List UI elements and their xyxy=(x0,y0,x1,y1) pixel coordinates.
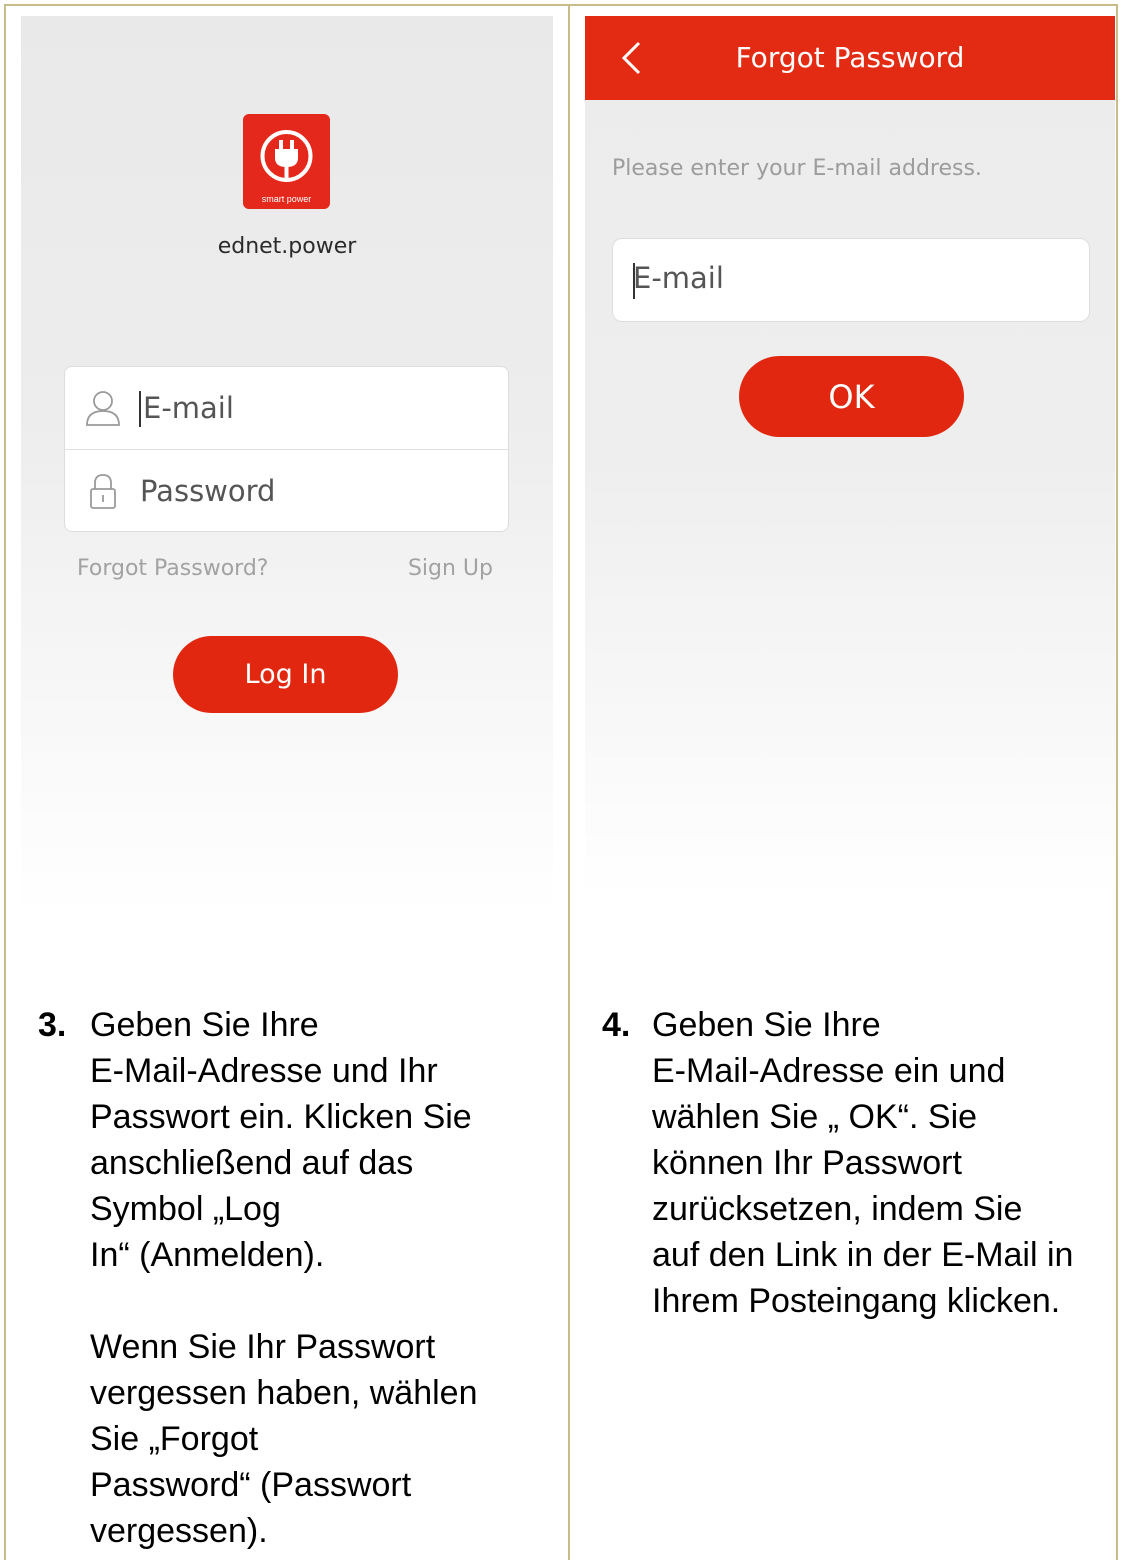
email-placeholder: E-mail xyxy=(633,261,724,295)
text-line: In“ (Anmelden). xyxy=(90,1236,325,1274)
lock-icon xyxy=(90,474,116,509)
text-line: Symbol „Log xyxy=(90,1190,281,1228)
email-placeholder: E-mail xyxy=(143,391,234,425)
text-line: vergessen haben, wählen xyxy=(90,1374,478,1412)
text-line: Geben Sie Ihre xyxy=(652,1006,881,1044)
text-line: Password“ (Passwort xyxy=(90,1466,412,1504)
text-line: E-Mail-Adresse und Ihr xyxy=(90,1052,438,1090)
text-line: auf den Link in der E-Mail in xyxy=(652,1236,1074,1274)
email-field[interactable]: E-mail xyxy=(65,367,508,450)
text-line: E-Mail-Adresse ein und xyxy=(652,1052,1006,1090)
ok-button[interactable]: OK xyxy=(739,356,964,437)
log-in-button[interactable]: Log In xyxy=(173,636,398,713)
text-line: können Ihr Passwort xyxy=(652,1144,962,1182)
text-line: Geben Sie Ihre xyxy=(90,1006,319,1044)
text-line: Ihrem Posteingang klicken. xyxy=(652,1282,1061,1320)
password-placeholder: Password xyxy=(140,474,276,508)
logo-caption: smart power xyxy=(261,194,312,204)
text-line: wählen Sie „ OK“. Sie xyxy=(652,1098,978,1136)
login-form: E-mail Password xyxy=(64,366,509,532)
step-number: 4. xyxy=(602,1006,631,1044)
step-text: Geben Sie Ihre E-Mail-Adresse und Ihr Pa… xyxy=(90,1002,560,1554)
instruction-text: Please enter your E-mail address. xyxy=(612,156,982,181)
text-line: vergessen). xyxy=(90,1512,268,1550)
text-line: anschließend auf das xyxy=(90,1144,414,1182)
text-cursor xyxy=(139,391,141,427)
forgot-password-screen: Forgot Password Please enter your E-mail… xyxy=(585,16,1115,896)
text-line: Sie „Forgot xyxy=(90,1420,259,1458)
forgot-password-link[interactable]: Forgot Password? xyxy=(77,556,268,581)
login-screen: smart power ednet.power E-mail Password … xyxy=(21,16,553,916)
text-line: zurücksetzen, indem Sie xyxy=(652,1190,1023,1228)
text-line: Passwort ein. Klicken Sie xyxy=(90,1098,472,1136)
app-name: ednet.power xyxy=(217,234,357,259)
email-field[interactable]: E-mail xyxy=(612,238,1090,322)
header-bar: Forgot Password xyxy=(585,16,1115,100)
step-text: Geben Sie Ihre E-Mail-Adresse ein und wä… xyxy=(652,1002,1117,1324)
password-field[interactable]: Password xyxy=(65,450,508,532)
header-title: Forgot Password xyxy=(735,41,965,74)
app-logo: smart power xyxy=(243,114,330,209)
sign-up-link[interactable]: Sign Up xyxy=(408,556,493,581)
step-number: 3. xyxy=(38,1006,67,1044)
column-divider xyxy=(568,4,570,1560)
text-line: Wenn Sie Ihr Passwort xyxy=(90,1328,436,1366)
user-icon xyxy=(86,391,120,426)
